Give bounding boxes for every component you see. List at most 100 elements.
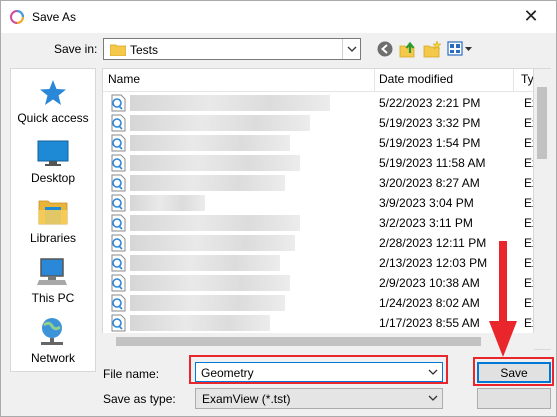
file-name-redacted	[130, 315, 270, 331]
column-header-date[interactable]: Date modified	[379, 72, 453, 86]
file-type: Ex	[524, 176, 533, 190]
file-name-label: File name:	[103, 367, 160, 381]
file-date: 1/24/2023 8:02 AM	[379, 296, 480, 310]
cancel-button[interactable]	[477, 388, 551, 409]
window-title: Save As	[32, 10, 77, 24]
back-icon[interactable]	[377, 41, 393, 57]
place-label: Network	[30, 351, 75, 365]
place-desktop[interactable]: Desktop	[11, 139, 95, 185]
file-type: Ex	[524, 96, 533, 110]
place-this-pc[interactable]: This PC	[11, 257, 95, 305]
file-row[interactable]: 2/9/2023 10:38 AM Ex	[103, 273, 533, 293]
place-quick-access[interactable]: Quick access	[11, 79, 95, 125]
file-name-redacted	[130, 155, 300, 171]
column-divider[interactable]	[374, 69, 375, 91]
horizontal-scrollbar[interactable]	[102, 333, 534, 350]
new-folder-icon[interactable]	[422, 40, 442, 58]
column-header-type[interactable]: Ty	[521, 72, 533, 86]
file-name-redacted	[130, 195, 205, 211]
examview-file-icon	[111, 314, 126, 332]
save-as-type-value: ExamView (*.tst)	[202, 392, 291, 406]
file-row[interactable]: 3/9/2023 3:04 PM Ex	[103, 193, 533, 213]
chevron-down-icon[interactable]	[428, 393, 438, 403]
file-row[interactable]: 5/19/2023 11:58 AM Ex	[103, 153, 533, 173]
file-row[interactable]: 3/2/2023 3:11 PM Ex	[103, 213, 533, 233]
save-as-dialog: Save As ✕ Save in: Tests Quick access De…	[0, 0, 557, 417]
file-row[interactable]: 1/24/2023 8:02 AM Ex	[103, 293, 533, 313]
place-label: Desktop	[30, 171, 76, 185]
place-label: Quick access	[17, 111, 89, 125]
title-bar: Save As ✕	[1, 1, 556, 33]
highlight-box	[473, 357, 554, 386]
file-row[interactable]: 5/19/2023 3:32 PM Ex	[103, 113, 533, 133]
file-date: 2/9/2023 10:38 AM	[379, 276, 480, 290]
file-date: 3/2/2023 3:11 PM	[379, 216, 473, 230]
close-button[interactable]: ✕	[506, 1, 556, 32]
file-date: 2/13/2023 12:03 PM	[379, 256, 488, 270]
file-row[interactable]: 5/19/2023 1:54 PM Ex	[103, 133, 533, 153]
examview-file-icon	[111, 174, 126, 192]
vertical-scrollbar[interactable]	[534, 68, 551, 350]
examview-file-icon	[111, 254, 126, 272]
file-date: 5/19/2023 3:32 PM	[379, 116, 481, 130]
folder-icon	[110, 44, 126, 56]
column-header-name[interactable]: Name	[108, 72, 140, 86]
file-type: Ex	[524, 276, 533, 290]
examview-file-icon	[111, 194, 126, 212]
place-label: Libraries	[29, 231, 77, 245]
place-libraries[interactable]: Libraries	[11, 197, 95, 245]
scrollbar-thumb[interactable]	[537, 87, 547, 159]
place-network[interactable]: Network	[11, 317, 95, 365]
examview-file-icon	[111, 154, 126, 172]
chevron-down-icon[interactable]	[342, 39, 360, 59]
column-divider[interactable]	[513, 69, 514, 91]
file-date: 1/17/2023 8:55 AM	[379, 316, 480, 330]
save-in-dropdown[interactable]: Tests	[103, 38, 361, 60]
up-folder-icon[interactable]	[399, 40, 417, 58]
file-type: Ex	[524, 136, 533, 150]
file-type: Ex	[524, 296, 533, 310]
save-as-type-dropdown[interactable]: ExamView (*.tst)	[195, 388, 443, 409]
places-bar: Quick access Desktop Libraries This PC N…	[10, 68, 96, 372]
file-type: Ex	[524, 316, 533, 330]
file-row[interactable]: 5/22/2023 2:21 PM Ex	[103, 93, 533, 113]
file-type: Ex	[524, 196, 533, 210]
file-date: 5/19/2023 11:58 AM	[379, 156, 486, 170]
column-header-row: Name Date modified Ty	[103, 69, 533, 92]
file-date: 5/22/2023 2:21 PM	[379, 96, 481, 110]
file-type: Ex	[524, 216, 533, 230]
file-name-redacted	[130, 235, 295, 251]
save-as-type-label: Save as type:	[103, 392, 176, 406]
examview-file-icon	[111, 214, 126, 232]
file-name-redacted	[130, 215, 300, 231]
examview-file-icon	[111, 114, 126, 132]
app-icon	[10, 10, 24, 24]
view-menu-icon[interactable]	[447, 41, 473, 57]
file-date: 5/19/2023 1:54 PM	[379, 136, 481, 150]
examview-file-icon	[111, 274, 126, 292]
close-icon: ✕	[523, 6, 539, 26]
file-row[interactable]: 2/28/2023 12:11 PM Ex	[103, 233, 533, 253]
file-list[interactable]: Name Date modified Ty 5/22/2023 2:21 PM E…	[102, 68, 534, 350]
file-type: Ex	[524, 236, 533, 250]
save-in-label: Save in:	[54, 42, 98, 56]
examview-file-icon	[111, 134, 126, 152]
file-type: Ex	[524, 116, 533, 130]
file-row[interactable]: 3/20/2023 8:27 AM Ex	[103, 173, 533, 193]
examview-file-icon	[111, 234, 126, 252]
file-date: 3/20/2023 8:27 AM	[379, 176, 480, 190]
file-name-redacted	[130, 275, 290, 291]
scrollbar-thumb[interactable]	[116, 337, 481, 346]
computer-icon	[37, 258, 67, 285]
file-name-redacted	[130, 255, 280, 271]
highlight-box	[189, 355, 448, 384]
save-in-value: Tests	[130, 43, 159, 57]
file-row[interactable]: 2/13/2023 12:03 PM Ex	[103, 253, 533, 273]
file-row[interactable]: 1/17/2023 8:55 AM Ex	[103, 313, 533, 333]
file-name-redacted	[130, 175, 285, 191]
star-icon	[40, 80, 66, 105]
network-icon	[41, 318, 63, 345]
libraries-icon	[38, 200, 68, 225]
file-name-redacted	[130, 115, 310, 131]
place-label: This PC	[31, 291, 75, 305]
